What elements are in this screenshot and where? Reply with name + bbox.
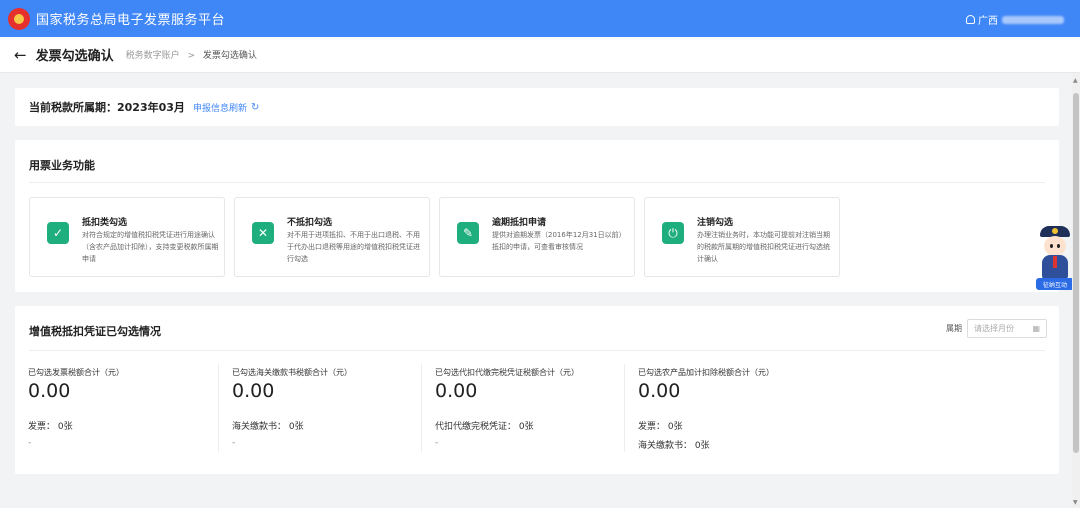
- breadcrumb-current: 发票勾选确认: [202, 51, 257, 61]
- stat-label: 已勾选发票税额合计（元）: [28, 368, 124, 377]
- vertical-scrollbar[interactable]: ▲ ▼: [1072, 73, 1080, 508]
- period-filter-label: 属期: [946, 324, 962, 333]
- stat-value: 0.00: [435, 380, 478, 402]
- user-name-prefix: 广西: [978, 16, 998, 27]
- stat-dash: -: [28, 438, 32, 448]
- stat-invoice-tax-total: 已勾选发票税额合计（元） 0.00 发票： 0张 -: [15, 364, 218, 452]
- stat-customs-tax-total: 已勾选海关缴款书税额合计（元） 0.00 海关缴款书： 0张 -: [218, 364, 421, 452]
- current-tax-period: 当前税款所属期：2023年03月: [29, 101, 185, 114]
- stat-count: 代扣代缴完税凭证： 0张: [435, 422, 534, 432]
- refresh-declaration-link[interactable]: 申报信息刷新 ↻: [193, 101, 259, 114]
- refresh-icon: ↻: [250, 101, 260, 113]
- user-icon: [966, 15, 975, 24]
- app-title: 国家税务总局电子发票服务平台: [36, 13, 226, 28]
- month-picker-placeholder: 请选择月份: [974, 324, 1014, 333]
- user-menu[interactable]: 广西: [966, 12, 1064, 27]
- deductible-check-icon: ✓: [47, 222, 69, 244]
- stat-value: 0.00: [638, 380, 681, 402]
- func-overdue-deduction-application[interactable]: ✎ 逾期抵扣申请 提供对逾期发票（2016年12月31日以前）抵扣的申请，可查看…: [439, 197, 635, 277]
- stat-value: 0.00: [232, 380, 275, 402]
- stat-count: 海关缴款书： 0张: [638, 441, 710, 451]
- stat-count: 海关缴款书： 0张: [232, 422, 304, 432]
- mascot-badge: 征纳互动: [1036, 278, 1074, 290]
- scroll-thumb[interactable]: [1073, 93, 1079, 453]
- breadcrumb: 税务数字账户 > 发票勾选确认: [126, 48, 257, 61]
- func-non-deductible-selection[interactable]: ✕ 不抵扣勾选 对不用于进项抵扣、不用于出口退税、不用于代办出口退税等用途的增值…: [234, 197, 430, 277]
- stat-label: 已勾选海关缴款书税额合计（元）: [232, 368, 352, 377]
- user-name-redacted: [1002, 15, 1064, 24]
- period-filter: 属期 请选择月份 ▦: [946, 319, 1047, 338]
- func-name: 注销勾选: [697, 218, 734, 228]
- stat-value: 0.00: [28, 380, 71, 402]
- func-name: 不抵扣勾选: [287, 218, 333, 228]
- back-arrow-icon[interactable]: ←: [14, 46, 27, 64]
- refresh-label: 申报信息刷新: [192, 103, 247, 114]
- section-title-summary: 增值税抵扣凭证已勾选情况: [29, 325, 161, 338]
- non-deductible-icon: ✕: [252, 222, 274, 244]
- func-desc: 对符合规定的增值税扣税凭证进行用途确认（含农产品加计扣除），支持变更税款所属期申…: [82, 231, 219, 263]
- overdue-edit-icon: ✎: [457, 222, 479, 244]
- mascot-face: [1044, 236, 1066, 256]
- assistant-mascot[interactable]: 征纳互动: [1036, 226, 1074, 292]
- func-name: 逾期抵扣申请: [492, 218, 547, 228]
- func-desc: 提供对逾期发票（2016年12月31日以前）抵扣的申请，可查看审核情况: [492, 231, 626, 251]
- top-header-bar: 国家税务总局电子发票服务平台 广西: [0, 0, 1080, 37]
- page-title: 发票勾选确认: [35, 49, 114, 64]
- stat-label: 已勾选代扣代缴完税凭证税额合计（元）: [435, 368, 579, 377]
- divider: [29, 350, 1045, 351]
- stat-count: 发票： 0张: [638, 422, 683, 432]
- func-deductible-selection[interactable]: ✓ 抵扣类勾选 对符合规定的增值税扣税凭证进行用途确认（含农产品加计扣除），支持…: [29, 197, 225, 277]
- mascot-eye: [1050, 244, 1053, 248]
- tax-emblem-logo: [8, 7, 30, 30]
- calendar-icon: ▦: [1032, 324, 1040, 333]
- scroll-up-icon[interactable]: ▲: [1073, 77, 1078, 84]
- func-desc: 对不用于进项抵扣、不用于出口退税、不用于代办出口退税等用途的增值税扣税凭证进行勾…: [287, 231, 420, 263]
- stat-dash: -: [435, 438, 439, 448]
- func-desc: 办理注销业务时，本功能可提前对注销当期的税款所属期的增值税扣税凭证进行勾选统计确…: [697, 231, 830, 263]
- page-header: ← 发票勾选确认 税务数字账户 > 发票勾选确认: [0, 37, 1080, 73]
- tax-period-card: 当前税款所属期：2023年03月 申报信息刷新 ↻: [15, 88, 1059, 126]
- scroll-down-icon[interactable]: ▼: [1073, 499, 1078, 506]
- stat-dash: -: [232, 438, 236, 448]
- breadcrumb-parent[interactable]: 税务数字账户: [126, 51, 180, 61]
- stat-label: 已勾选农产品加计扣除税额合计（元）: [638, 368, 774, 377]
- stat-count: 发票： 0张: [28, 422, 73, 432]
- business-functions-card: 用票业务功能 ✓ 抵扣类勾选 对符合规定的增值税扣税凭证进行用途确认（含农产品加…: [15, 140, 1059, 292]
- divider: [29, 182, 1045, 183]
- selection-summary-card: 增值税抵扣凭证已勾选情况 属期 请选择月份 ▦ 已勾选发票税额合计（元） 0.0…: [15, 306, 1059, 474]
- deregistration-power-icon: ⏻: [662, 222, 684, 244]
- stat-withholding-tax-total: 已勾选代扣代缴完税凭证税额合计（元） 0.00 代扣代缴完税凭证： 0张 -: [421, 364, 624, 452]
- section-title-business: 用票业务功能: [29, 159, 95, 172]
- mascot-eye: [1057, 244, 1060, 248]
- mascot-tie: [1053, 256, 1057, 268]
- stat-agricultural-deduction-total: 已勾选农产品加计扣除税额合计（元） 0.00 发票： 0张 海关缴款书： 0张: [624, 364, 827, 452]
- breadcrumb-separator: >: [187, 51, 196, 61]
- month-picker-input[interactable]: 请选择月份 ▦: [967, 319, 1047, 338]
- func-deregistration-selection[interactable]: ⏻ 注销勾选 办理注销业务时，本功能可提前对注销当期的税款所属期的增值税扣税凭证…: [644, 197, 840, 277]
- func-name: 抵扣类勾选: [82, 218, 128, 228]
